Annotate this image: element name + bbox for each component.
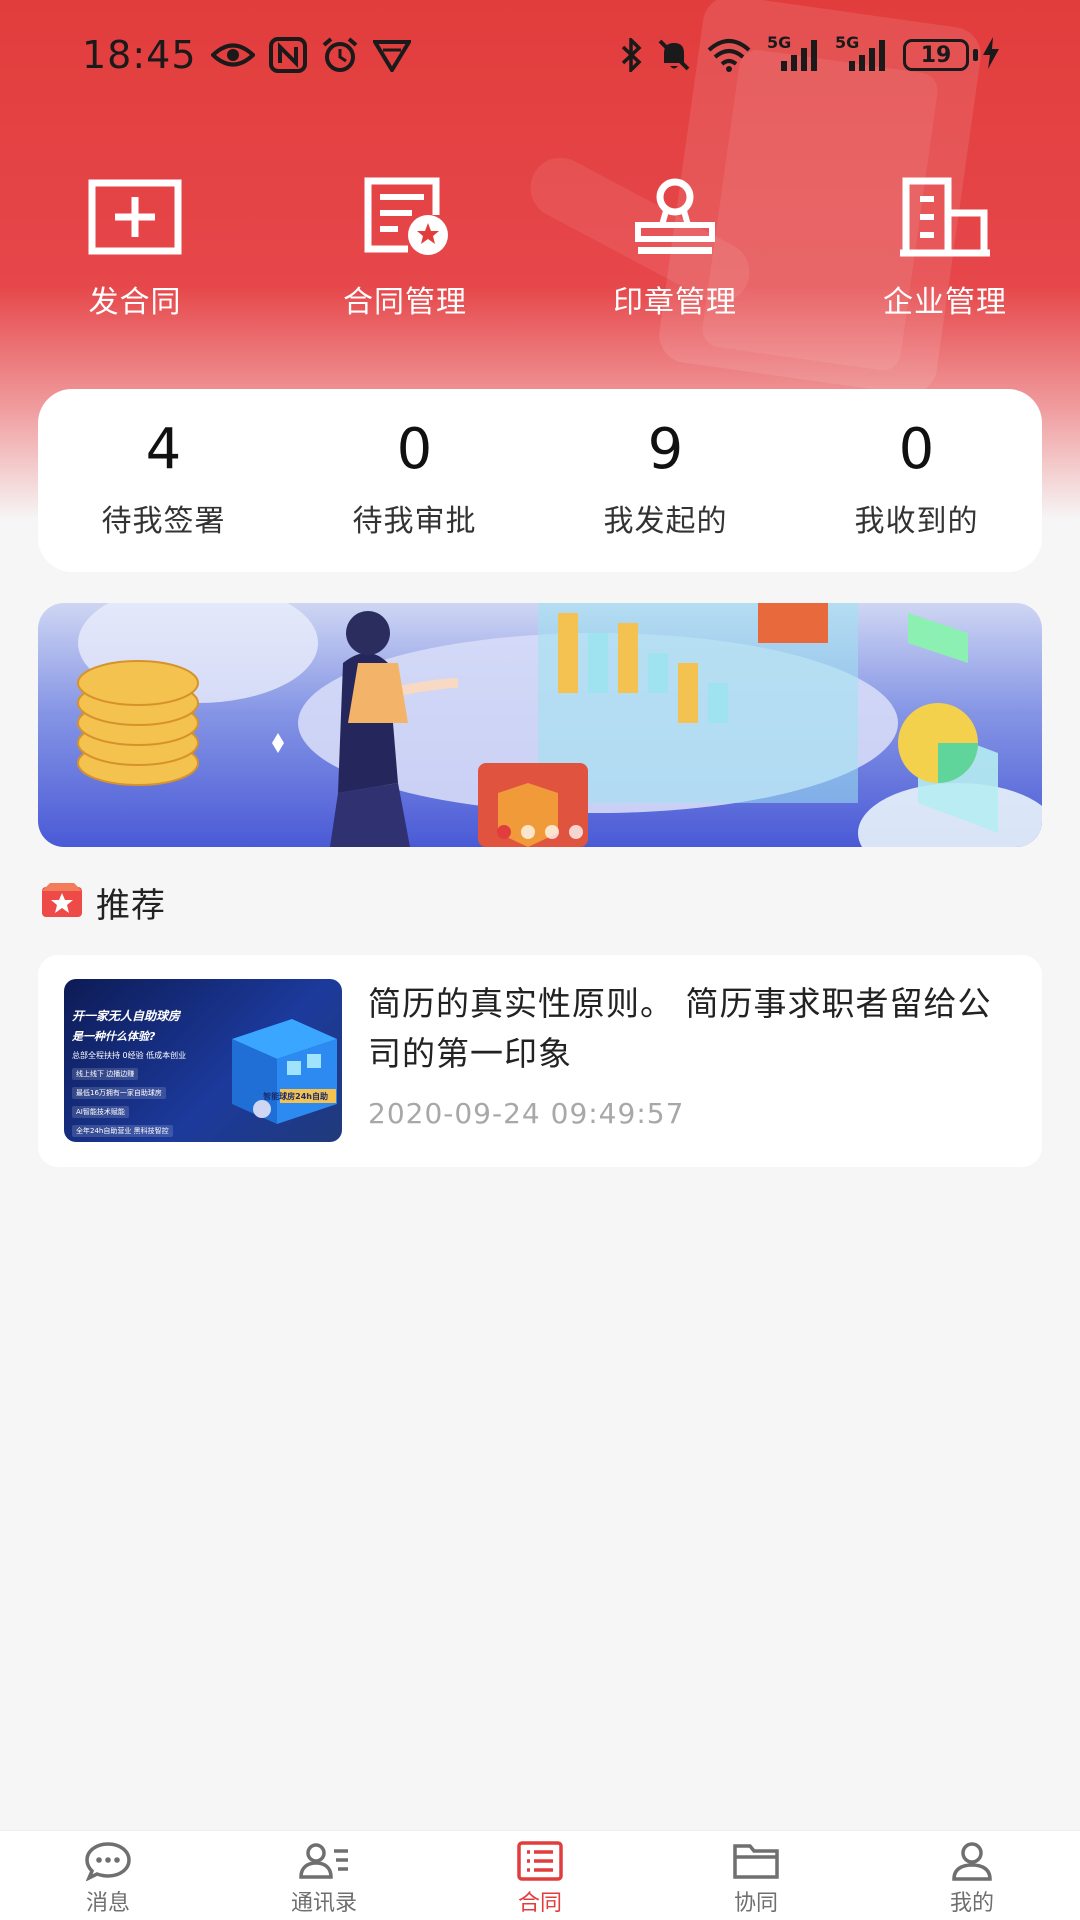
thumb-chip: 线上线下 边播边赚 bbox=[72, 1068, 139, 1080]
tab-label: 协同 bbox=[733, 1891, 778, 1916]
bottom-tab-bar: 消息 通讯录 合同 协同 我的 bbox=[0, 1830, 1080, 1920]
bluetooth-icon bbox=[619, 38, 643, 72]
message-icon bbox=[82, 1839, 134, 1883]
tab-contacts[interactable]: 通讯录 bbox=[216, 1831, 432, 1920]
seal-icon bbox=[625, 175, 725, 259]
promo-banner[interactable] bbox=[38, 603, 1042, 847]
thumb-chip: 最低16万拥有一家自助球房 bbox=[72, 1087, 166, 1099]
quick-action-label: 印章管理 bbox=[613, 285, 737, 320]
tab-label: 我的 bbox=[949, 1891, 994, 1916]
stat-received[interactable]: 0 我收到的 bbox=[791, 389, 1042, 572]
recommend-title: 推荐 bbox=[96, 885, 166, 926]
contract-management-icon bbox=[355, 175, 455, 259]
status-time: 18:45 bbox=[82, 33, 197, 77]
tab-collaboration[interactable]: 协同 bbox=[648, 1831, 864, 1920]
banner-dot-active[interactable] bbox=[497, 825, 511, 839]
stat-value: 0 bbox=[396, 416, 433, 482]
tab-contract[interactable]: 合同 bbox=[432, 1831, 648, 1920]
folder-icon bbox=[730, 1839, 782, 1883]
signal-5g-icon: 5G bbox=[767, 33, 821, 73]
stat-label: 我发起的 bbox=[603, 503, 728, 539]
quick-action-seal-management[interactable]: 印章管理 bbox=[560, 175, 790, 335]
contacts-icon bbox=[298, 1839, 350, 1883]
recommend-section-header: 推荐 bbox=[42, 877, 166, 927]
stat-to-approve[interactable]: 0 待我审批 bbox=[289, 389, 540, 572]
article-card[interactable]: 开一家无人自助球房 是一种什么体验? 总部全程扶持 0经验 低成本创业 线上线下… bbox=[38, 955, 1042, 1167]
thumb-chip: 全年24h自助营业 黑科技智控 bbox=[72, 1125, 173, 1137]
quick-action-label: 企业管理 bbox=[883, 285, 1007, 320]
quick-actions: 发合同 合同管理 印章管理 企业管理 bbox=[0, 175, 1080, 335]
article-thumbnail: 开一家无人自助球房 是一种什么体验? 总部全程扶持 0经验 低成本创业 线上线下… bbox=[64, 979, 342, 1142]
banner-dot[interactable] bbox=[569, 825, 583, 839]
thumb-sign: 智能球房24h自助 bbox=[263, 1092, 328, 1101]
stat-value: 4 bbox=[145, 416, 182, 482]
vpn-shield-icon bbox=[372, 38, 411, 72]
stat-label: 我收到的 bbox=[854, 503, 979, 539]
article-timestamp: 2020-09-24 09:49:57 bbox=[368, 1097, 685, 1130]
article-title: 简历的真实性原则。 简历事求职者留给公司的第一印象 bbox=[368, 984, 992, 1073]
charging-icon bbox=[982, 37, 1000, 73]
banner-pagination bbox=[38, 825, 1042, 839]
contract-icon bbox=[514, 1839, 566, 1883]
tab-label: 通讯录 bbox=[290, 1891, 357, 1916]
contract-stats-card: 4 待我签署 0 待我审批 9 我发起的 0 我收到的 bbox=[38, 389, 1042, 572]
thumb-chip: AI智能技术赋能 bbox=[72, 1106, 129, 1118]
mute-bell-icon bbox=[657, 38, 691, 72]
tab-profile[interactable]: 我的 bbox=[864, 1831, 1080, 1920]
nfc-icon bbox=[268, 37, 307, 73]
quick-action-contract-management[interactable]: 合同管理 bbox=[290, 175, 520, 335]
stat-to-sign[interactable]: 4 待我签署 bbox=[38, 389, 289, 572]
add-contract-icon bbox=[85, 175, 185, 259]
tab-label: 合同 bbox=[517, 1891, 562, 1916]
battery-indicator: 19 bbox=[903, 37, 1000, 73]
alarm-icon bbox=[321, 37, 359, 73]
banner-illustration bbox=[77, 603, 1042, 847]
enterprise-icon bbox=[895, 175, 995, 259]
stat-label: 待我审批 bbox=[352, 503, 477, 539]
banner-dot[interactable] bbox=[521, 825, 535, 839]
wifi-icon bbox=[705, 38, 753, 72]
status-bar: 18:45 5G 5G 19 bbox=[0, 0, 1080, 110]
battery-level: 19 bbox=[903, 39, 969, 71]
stat-label: 待我签署 bbox=[101, 503, 226, 539]
stat-value: 9 bbox=[647, 416, 684, 482]
tab-label: 消息 bbox=[85, 1891, 130, 1916]
quick-action-label: 发合同 bbox=[88, 285, 182, 320]
store-illustration bbox=[232, 1019, 337, 1124]
banner-dot[interactable] bbox=[545, 825, 559, 839]
quick-action-label: 合同管理 bbox=[343, 285, 467, 320]
tab-messages[interactable]: 消息 bbox=[0, 1831, 216, 1920]
quick-action-send-contract[interactable]: 发合同 bbox=[20, 175, 250, 335]
stat-initiated[interactable]: 9 我发起的 bbox=[540, 389, 791, 572]
quick-action-enterprise-management[interactable]: 企业管理 bbox=[830, 175, 1060, 335]
recommend-badge-icon bbox=[42, 883, 82, 921]
profile-icon bbox=[946, 1839, 998, 1883]
eye-icon bbox=[210, 40, 255, 70]
signal-5g-icon-2: 5G bbox=[835, 33, 889, 73]
stat-value: 0 bbox=[898, 416, 935, 482]
